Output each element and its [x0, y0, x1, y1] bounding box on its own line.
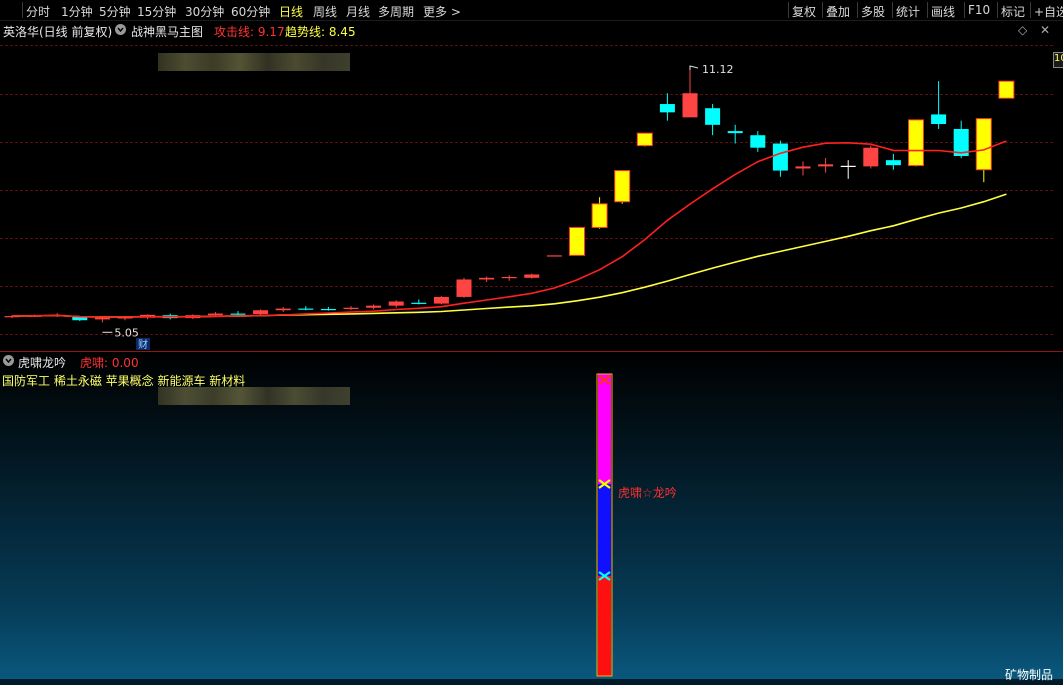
date-axis [0, 679, 1063, 685]
period-tab[interactable]: 60分钟 [231, 3, 270, 20]
candle-body [253, 310, 269, 314]
attack-line [11, 140, 1007, 318]
candle-body [230, 313, 246, 315]
watermark-text: 矿物制品 [1004, 668, 1053, 682]
chevron-down-icon [115, 24, 126, 35]
candle-body [569, 227, 585, 256]
candle-body [863, 147, 879, 167]
candle-body [727, 131, 743, 134]
toolbar-action-button[interactable]: 统计 [896, 3, 920, 20]
period-tab[interactable]: 1分钟 [61, 3, 93, 20]
finance-badge-label: 财 [138, 338, 148, 351]
toolbar-action-button[interactable]: 标记 [1001, 3, 1025, 20]
attack-line-value: 攻击线: 9.17 [214, 25, 285, 39]
signal-bar-red [598, 576, 611, 676]
candle-body [614, 170, 631, 203]
stock-title: 英洛华(日线 前复权) [3, 25, 113, 39]
kline-svg: 11.12 5.05财 [4, 63, 1015, 351]
candle-body [795, 166, 811, 169]
period-tab[interactable]: 多周期 [378, 3, 414, 20]
candle-body [275, 308, 291, 311]
candle-body [388, 301, 404, 306]
candle-body [659, 104, 675, 113]
candle-body [885, 160, 901, 166]
candle-body [456, 279, 472, 297]
candle-body [411, 302, 427, 304]
trend-line-value: 趋势线: 8.45 [285, 25, 356, 39]
candle-body [320, 308, 336, 311]
period-tab[interactable]: 周线 [313, 3, 337, 20]
high-price-label: 11.12 [702, 63, 734, 76]
period-toolbar: 分时 1分钟 5分钟 15分钟 30分钟 60分钟 日线 周线 月线 多周期 更多 > 复权 叠加 多股… [0, 0, 1063, 21]
candle-body [94, 317, 110, 320]
candle-body [772, 143, 788, 171]
signal-bar-svg [596, 373, 613, 677]
period-tab[interactable]: 15分钟 [137, 3, 176, 20]
candle-body [682, 93, 698, 118]
candle-body [818, 164, 834, 167]
main-info-bar: 英洛华(日线 前复权) 战神黑马主图 攻击线: 9.17 趋势线: 8.45 ◇… [0, 21, 1063, 39]
high-marker [689, 65, 699, 70]
candle-body [366, 305, 382, 308]
candle-body [298, 308, 314, 310]
candle-body [546, 255, 562, 257]
period-tab[interactable]: 日线 [279, 3, 303, 20]
period-tab[interactable]: 更多 > [423, 3, 461, 20]
diamond-icon[interactable]: ◇ [1018, 23, 1027, 37]
sub-indicator-panel[interactable]: 虎啸龙吟 虎啸: 0.00 国防军工 稀土永磁 苹果概念 新能源车 新材料 虎啸… [0, 352, 1063, 685]
toolbar-action-button[interactable]: +自选 [1034, 3, 1063, 20]
period-tab[interactable]: 30分钟 [185, 3, 224, 20]
signal-bar-magenta [598, 374, 611, 484]
candle-body [479, 277, 495, 280]
candle-body [750, 135, 766, 148]
period-tab[interactable]: 5分钟 [99, 3, 131, 20]
candle-body [998, 80, 1015, 99]
toolbar-action-button[interactable]: 复权 [792, 3, 816, 20]
low-price-label: 5.05 [114, 326, 138, 339]
candle-body [524, 274, 540, 278]
toolbar-action-button[interactable]: 多股 [861, 3, 885, 20]
kline-chart[interactable]: 11.12 5.05 财 [0, 40, 1063, 351]
candle-body [975, 118, 992, 171]
candle-body [705, 108, 721, 125]
period-tab[interactable]: 分时 [26, 3, 50, 20]
chevron-right-icon: > [447, 5, 461, 19]
candle-body [931, 114, 947, 124]
indicator-name: 战神黑马主图 [131, 25, 204, 39]
signal-label: 虎啸☆龙吟 [618, 486, 677, 500]
candle-body [591, 203, 608, 229]
signal-bar-blue [598, 484, 611, 576]
candle-body [501, 276, 517, 279]
candle-body [343, 307, 359, 309]
candle-body [636, 132, 653, 147]
toolbar-action-button[interactable]: 叠加 [826, 3, 850, 20]
candle-body [908, 119, 924, 167]
close-icon[interactable]: ✕ [1040, 23, 1050, 37]
period-tab[interactable]: 月线 [346, 3, 370, 20]
toolbar-action-button[interactable]: 画线 [931, 3, 955, 20]
indicator-menu-button[interactable] [115, 23, 126, 37]
candle-body [433, 296, 449, 304]
price-axis-marker: 10 [1053, 52, 1063, 68]
candle-body [207, 313, 223, 316]
trend-line [11, 193, 1007, 318]
toolbar-action-button[interactable]: F10 [968, 3, 990, 17]
